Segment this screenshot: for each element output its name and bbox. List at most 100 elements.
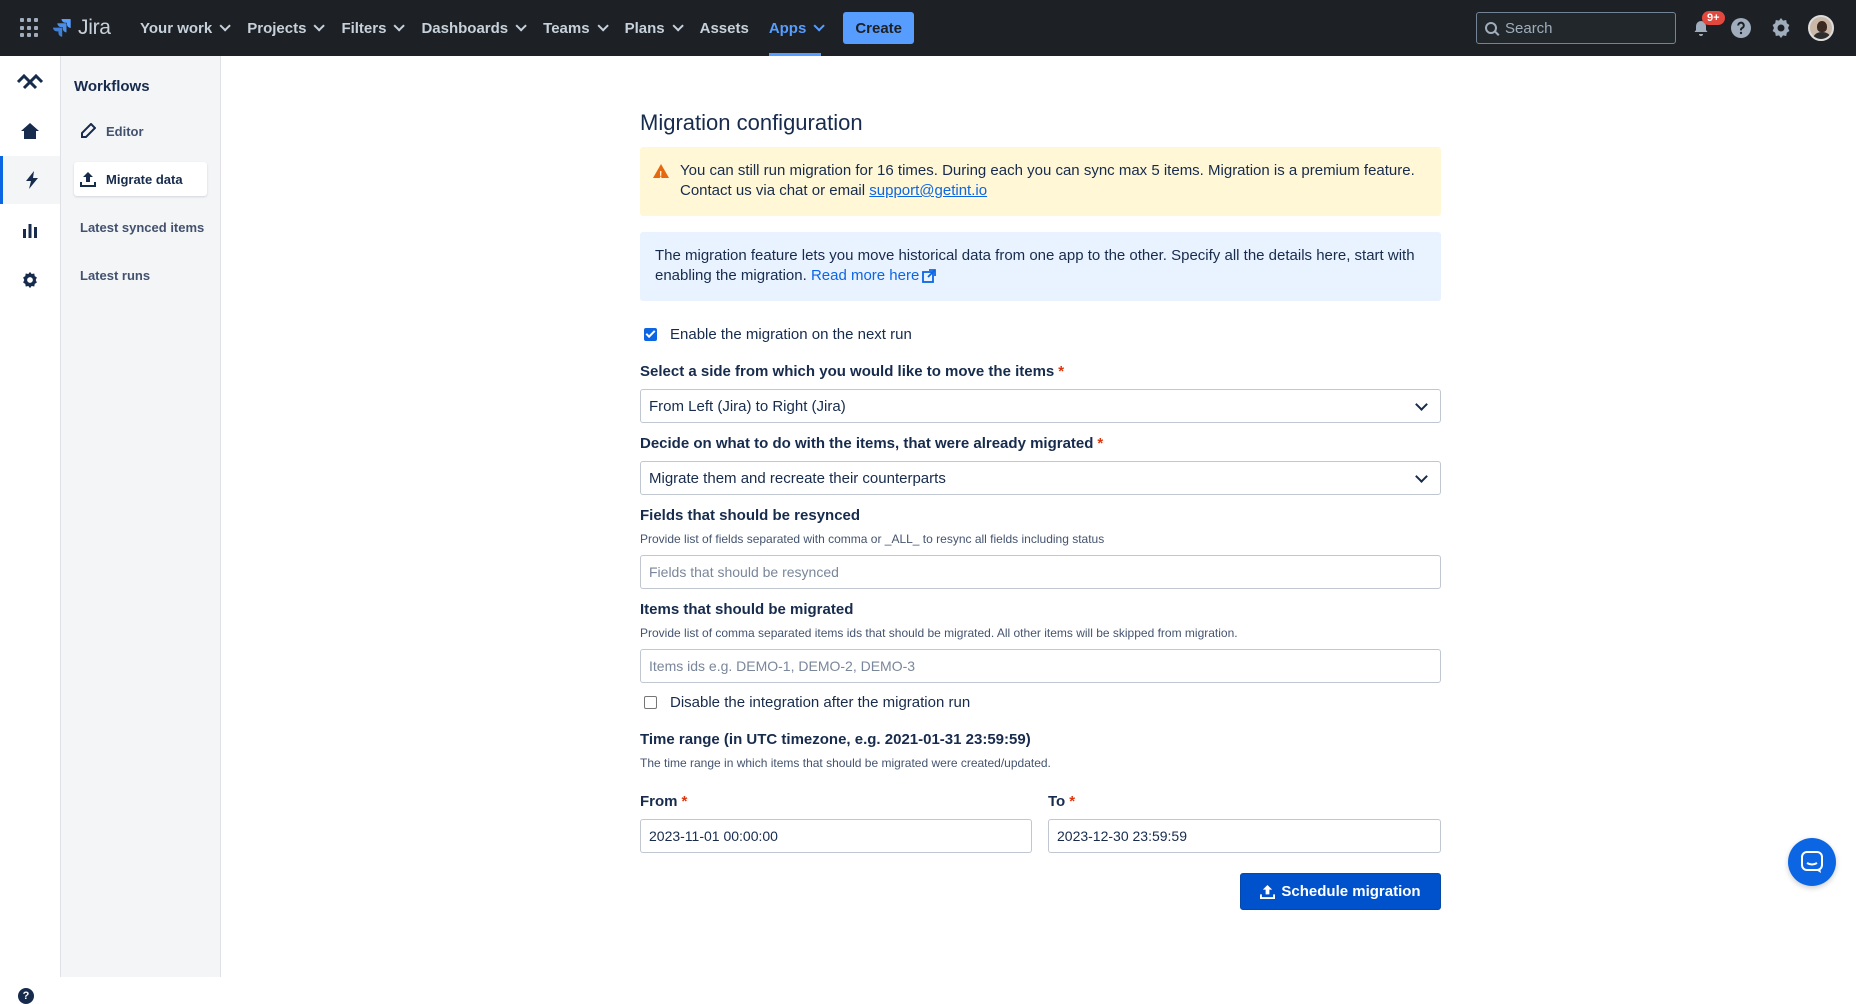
gear-icon [23,271,37,289]
required-marker: * [681,793,688,810]
rail-reports[interactable] [0,206,60,254]
nav-label: Your work [140,19,213,37]
search-input[interactable]: Search [1476,12,1676,44]
required-marker: * [1069,793,1076,810]
migrated-items-select[interactable]: Migrate them and recreate their counterp… [640,461,1441,495]
side-select-label: Select a side from which you would like … [640,363,1064,380]
lightning-icon [25,171,38,189]
pencil-icon [81,123,96,138]
page-title: Migration configuration [640,110,863,135]
nav-projects[interactable]: Projects [237,0,331,56]
top-right-actions: 9+ [1688,11,1834,44]
warning-text: You can still run migration for 16 times… [680,162,1415,199]
rail-settings[interactable] [0,256,60,304]
question-icon [1731,18,1751,38]
nav-dashboards[interactable]: Dashboards [411,0,533,56]
rail-logo[interactable] [0,58,60,106]
jira-logo-icon [53,19,71,37]
chevron-down-icon [219,20,232,32]
app-switcher-icon[interactable] [20,18,40,38]
to-datetime-input[interactable]: 2023-12-30 23:59:59 [1048,819,1441,853]
schedule-migration-button[interactable]: Schedule migration [1240,873,1441,910]
side-select[interactable]: From Left (Jira) to Right (Jira) [640,389,1441,423]
nav-label: Projects [247,19,307,37]
sidebar-item-label: Latest runs [80,267,151,283]
search-placeholder: Search [1505,19,1553,37]
migrated-select-value: Migrate them and recreate their counterp… [649,469,946,487]
nav-plans[interactable]: Plans [615,0,690,56]
migrated-select-label-text: Decide on what to do with the items, tha… [640,435,1094,452]
nav-label: Dashboards [421,19,509,37]
disable-integration-label: Disable the integration after the migrat… [670,694,971,711]
from-datetime-input[interactable]: 2023-11-01 00:00:00 [640,819,1032,853]
sidebar-item-label: Latest synced items [80,219,205,235]
required-marker: * [1097,435,1104,452]
notifications-button[interactable]: 9+ [1688,11,1725,41]
chevron-down-icon [672,20,684,32]
chevron-down-icon [813,20,826,32]
logo-icon [16,73,44,90]
nav-your-work[interactable]: Your work [130,0,237,56]
info-text: The migration feature lets you move hist… [655,247,1415,284]
avatar[interactable] [1808,15,1834,41]
from-label: From * [640,793,687,810]
fields-resync-label: Fields that should be resynced [640,507,861,524]
sidebar-item-latest-runs[interactable]: Latest runs [74,258,207,292]
read-more-link[interactable]: Read more here [811,267,937,284]
chevron-down-icon [1415,398,1428,411]
nav-filters[interactable]: Filters [331,0,411,56]
home-icon [21,123,39,139]
time-range-helper: The time range in which items that shoul… [640,756,1051,770]
disable-integration-checkbox[interactable] [644,696,657,709]
items-migrate-input[interactable]: Items ids e.g. DEMO-1, DEMO-2, DEMO-3 [640,649,1441,683]
enable-migration-checkbox[interactable] [644,328,657,341]
help-button[interactable] [1728,15,1754,41]
to-label: To * [1048,793,1075,810]
side-select-label-text: Select a side from which you would like … [640,363,1055,380]
chevron-down-icon [1415,470,1428,483]
sidebar-item-editor[interactable]: Editor [74,114,207,148]
nav-label: Assets [699,19,749,37]
items-migrate-helper: Provide list of comma separated items id… [640,626,1238,640]
jira-logo[interactable]: Jira [52,16,111,40]
search-icon [1485,22,1497,34]
nav-label: Filters [341,19,387,37]
side-select-value: From Left (Jira) to Right (Jira) [649,397,846,415]
nav-assets[interactable]: Assets [690,0,759,56]
external-link-icon [922,269,937,283]
disable-integration-row[interactable]: Disable the integration after the migrat… [640,694,970,711]
create-button[interactable]: Create [843,12,915,44]
rail-home[interactable] [0,107,60,155]
settings-button[interactable] [1768,15,1794,41]
help-icon[interactable]: ? [18,988,34,1004]
migrated-select-label: Decide on what to do with the items, tha… [640,435,1103,452]
chart-icon [23,224,37,238]
nav-label: Teams [543,19,590,37]
rail-integrations[interactable] [0,156,60,204]
nav-teams[interactable]: Teams [533,0,614,56]
support-email-link[interactable]: support@getint.io [869,182,987,199]
info-banner: The migration feature lets you move hist… [640,232,1441,301]
sidebar-item-label: Migrate data [106,171,183,187]
notification-badge: 9+ [1702,11,1725,25]
time-range-label: Time range (in UTC timezone, e.g. 2021-0… [640,731,1031,748]
sidebar-item-migrate-data[interactable]: Migrate data [74,162,207,196]
to-label-text: To [1048,793,1066,810]
sidebar-title: Workflows [74,78,150,95]
nav-apps[interactable]: Apps [759,0,832,56]
upload-icon [80,172,96,187]
upload-icon [1260,884,1276,899]
app-name: Jira [78,16,111,39]
gear-icon [1772,18,1790,38]
sidebar-item-latest-synced-items[interactable]: Latest synced items [74,210,207,244]
chevron-down-icon [313,20,326,32]
chevron-down-icon [393,20,406,32]
top-navigation-bar: Jira Your work Projects Filters Dashboar… [0,0,1856,56]
chat-launcher-button[interactable] [1788,838,1836,886]
chat-icon [1801,851,1823,873]
chevron-down-icon [515,20,527,32]
chevron-down-icon [597,20,609,32]
nav-label: Plans [624,19,665,37]
fields-resync-input[interactable]: Fields that should be resynced [640,555,1441,589]
enable-migration-row[interactable]: Enable the migration on the next run [640,326,912,343]
